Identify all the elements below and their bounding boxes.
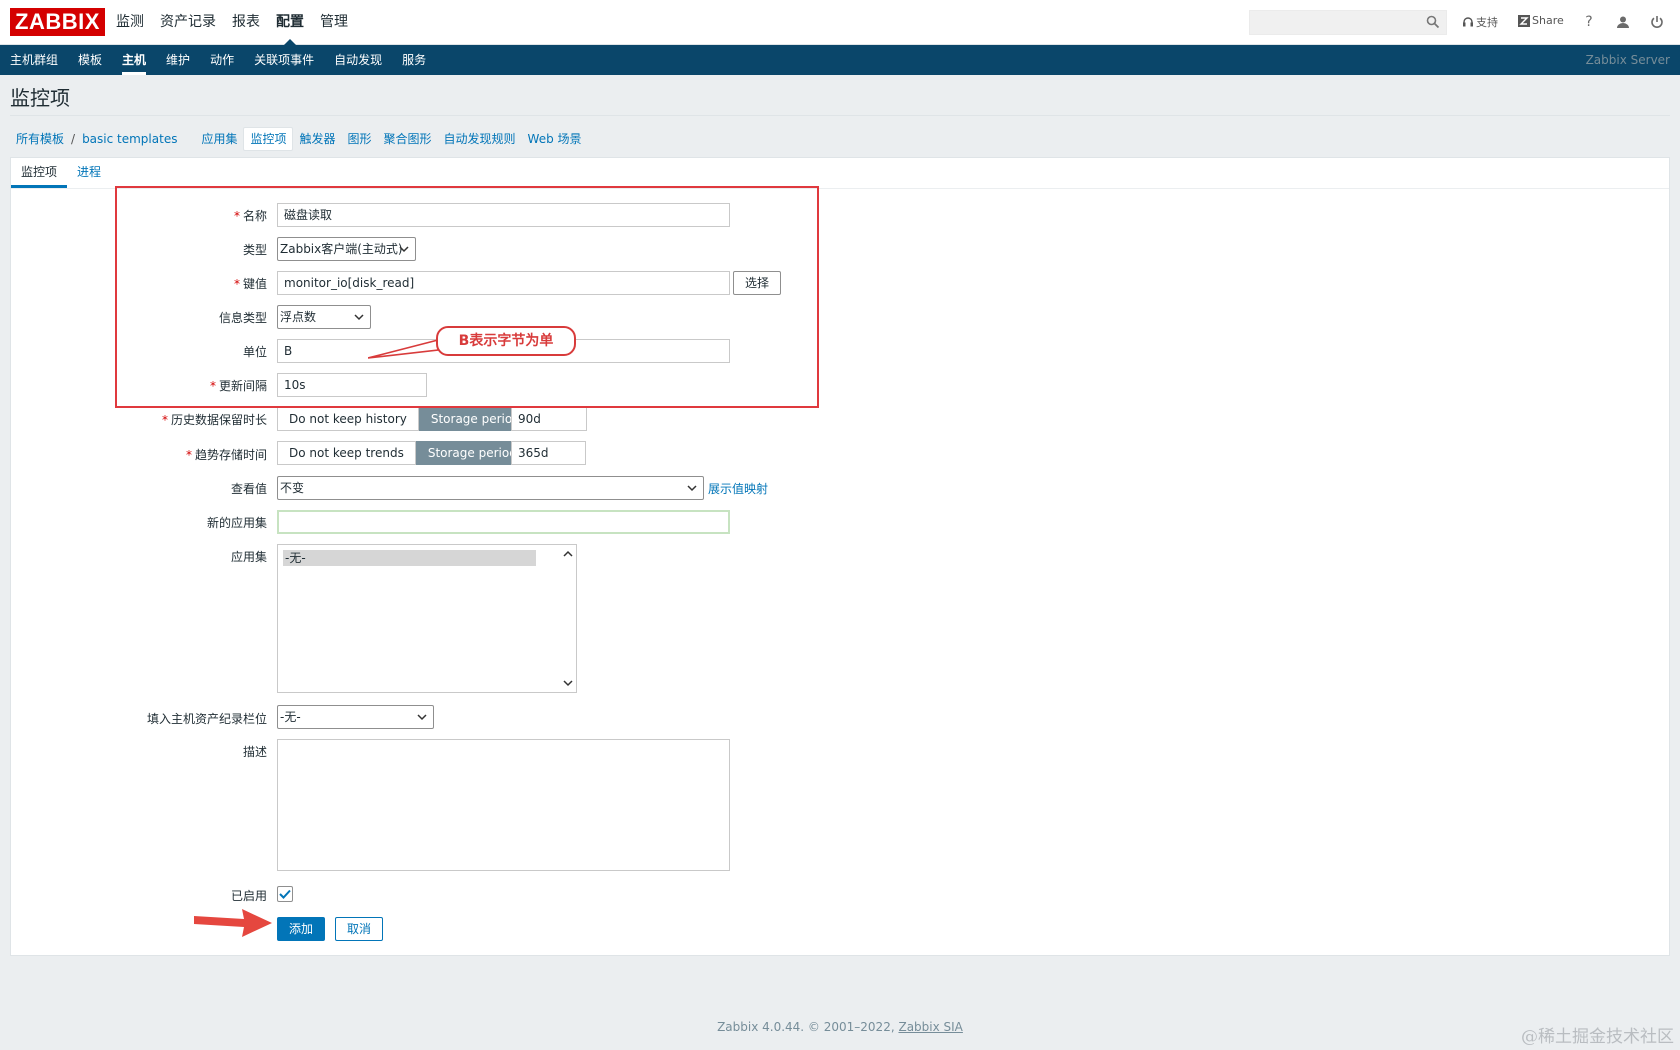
history-period-field[interactable]: 90d bbox=[511, 407, 587, 431]
footer: Zabbix 4.0.44. © 2001–2022, Zabbix SIA bbox=[0, 1020, 1680, 1034]
breadcrumb-graphs[interactable]: 图形 bbox=[342, 128, 378, 150]
share-link[interactable]: Share bbox=[1518, 14, 1564, 27]
headset-icon bbox=[1463, 17, 1473, 27]
inventory-field-select[interactable]: -无- bbox=[277, 705, 434, 729]
history-label: * 历史数据保留时长 bbox=[161, 413, 267, 427]
applications-option-none[interactable]: -无- bbox=[283, 550, 536, 566]
trends-period-field[interactable]: 365d bbox=[511, 441, 586, 465]
main-nav-administration[interactable]: 管理 bbox=[320, 0, 348, 45]
watermark: @稀土掘金技术社区 bbox=[1521, 1027, 1674, 1047]
new-application-field[interactable] bbox=[277, 510, 730, 534]
callout-pointer bbox=[368, 338, 439, 359]
breadcrumb-web-scenarios[interactable]: Web 场景 bbox=[522, 128, 588, 150]
trends-mode-toggle: Do not keep trends Storage period bbox=[277, 441, 529, 465]
sub-nav-maintenance[interactable]: 维护 bbox=[166, 45, 190, 75]
search-input[interactable] bbox=[1250, 11, 1420, 34]
main-nav-inventory[interactable]: 资产记录 bbox=[160, 0, 216, 45]
inventory-field-select-value: -无- bbox=[280, 710, 301, 724]
sub-nav-host-groups[interactable]: 主机群组 bbox=[10, 45, 58, 75]
applications-label: 应用集 bbox=[230, 550, 267, 564]
show-value-mappings-link[interactable]: 展示值映射 bbox=[708, 480, 768, 497]
trends-label: * 趋势存储时间 bbox=[185, 448, 267, 462]
breadcrumb: 所有模板 / basic templates 应用集 监控项 触发器 图形 聚合… bbox=[10, 127, 588, 151]
support-link[interactable]: 支持 bbox=[1462, 14, 1498, 30]
inventory-field-label: 填入主机资产纪录栏位 bbox=[146, 712, 267, 726]
footer-link[interactable]: Zabbix SIA bbox=[898, 1020, 962, 1034]
page-title: 监控项 bbox=[10, 86, 70, 110]
search-box bbox=[1249, 10, 1447, 35]
applications-listbox[interactable]: -无- bbox=[277, 544, 577, 693]
breadcrumb-screens[interactable]: 聚合图形 bbox=[378, 128, 438, 150]
share-z-icon bbox=[1518, 14, 1530, 27]
top-header: ZABBIX 监测 资产记录 报表 配置 管理 支持 Share ? bbox=[0, 0, 1680, 45]
description-textarea[interactable] bbox=[277, 739, 730, 871]
cancel-button[interactable]: 取消 bbox=[335, 917, 383, 941]
sub-nav: 主机群组 模板 主机 维护 动作 关联项事件 自动发现 服务 Zabbix Se… bbox=[0, 45, 1680, 75]
share-label: Share bbox=[1532, 14, 1564, 27]
sub-nav-discovery[interactable]: 自动发现 bbox=[334, 45, 382, 75]
show-value-label: 查看值 bbox=[230, 482, 267, 496]
help-icon[interactable]: ? bbox=[1580, 13, 1598, 31]
breadcrumb-discovery-rules[interactable]: 自动发现规则 bbox=[438, 128, 522, 150]
annotation-highlight-box bbox=[115, 186, 819, 408]
listbox-scrollbar[interactable] bbox=[560, 545, 576, 692]
main-nav-monitoring[interactable]: 监测 bbox=[116, 0, 144, 45]
breadcrumb-triggers[interactable]: 触发器 bbox=[293, 128, 341, 150]
enabled-label: 已启用 bbox=[230, 889, 267, 903]
description-label: 描述 bbox=[242, 745, 267, 759]
show-value-select[interactable]: 不变 bbox=[277, 476, 704, 500]
checkmark-icon bbox=[279, 889, 291, 899]
new-application-label: 新的应用集 bbox=[206, 516, 267, 530]
breadcrumb-all-templates[interactable]: 所有模板 bbox=[10, 128, 70, 150]
sub-nav-actions[interactable]: 动作 bbox=[210, 45, 234, 75]
annotation-arrow-icon bbox=[194, 909, 272, 937]
scroll-up-icon[interactable] bbox=[563, 550, 573, 558]
enabled-checkbox[interactable] bbox=[277, 886, 293, 902]
footer-text: Zabbix 4.0.44. © 2001–2022, bbox=[717, 1020, 895, 1034]
breadcrumb-items[interactable]: 监控项 bbox=[243, 127, 294, 151]
support-label: 支持 bbox=[1476, 16, 1498, 29]
search-icon[interactable] bbox=[1426, 15, 1440, 29]
scroll-down-icon[interactable] bbox=[563, 679, 573, 687]
history-do-not-keep-option[interactable]: Do not keep history bbox=[277, 407, 419, 431]
main-nav: 监测 资产记录 报表 配置 管理 bbox=[116, 0, 364, 45]
main-nav-reports[interactable]: 报表 bbox=[232, 0, 260, 45]
add-button[interactable]: 添加 bbox=[277, 917, 325, 941]
sub-nav-services[interactable]: 服务 bbox=[402, 45, 426, 75]
user-profile-icon[interactable] bbox=[1614, 13, 1632, 31]
sub-nav-templates[interactable]: 模板 bbox=[78, 45, 102, 75]
sub-nav-hosts[interactable]: 主机 bbox=[122, 45, 147, 75]
show-value-select-value: 不变 bbox=[280, 481, 305, 495]
server-name: Zabbix Server bbox=[1585, 53, 1670, 67]
power-icon[interactable] bbox=[1648, 13, 1666, 31]
breadcrumb-template[interactable]: basic templates bbox=[76, 128, 183, 150]
title-divider bbox=[10, 115, 1670, 116]
main-nav-configuration[interactable]: 配置 bbox=[276, 0, 304, 45]
sub-nav-event-correlation[interactable]: 关联项事件 bbox=[254, 45, 314, 75]
chevron-down-icon bbox=[687, 485, 697, 492]
form-tabs: 监控项 进程 bbox=[11, 158, 1669, 189]
history-mode-toggle: Do not keep history Storage period bbox=[277, 407, 532, 431]
trends-do-not-keep-option[interactable]: Do not keep trends bbox=[277, 441, 416, 465]
breadcrumb-applications[interactable]: 应用集 bbox=[195, 128, 243, 150]
tab-item[interactable]: 监控项 bbox=[11, 158, 68, 188]
tab-preprocessing[interactable]: 进程 bbox=[67, 158, 111, 188]
zabbix-logo[interactable]: ZABBIX bbox=[10, 8, 105, 36]
annotation-callout: B表示字节为单 bbox=[436, 326, 576, 356]
chevron-down-icon bbox=[417, 714, 427, 721]
